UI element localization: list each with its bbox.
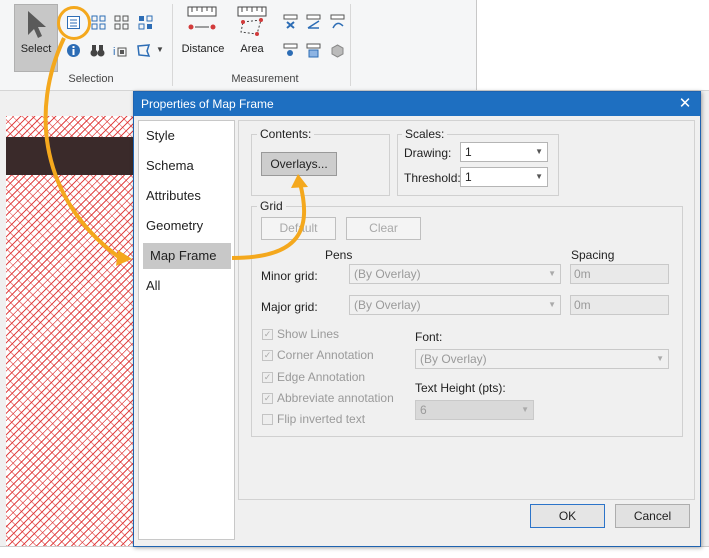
annotation-arrows	[43, 37, 308, 266]
annotation-arrowhead-1	[116, 250, 132, 266]
annotation-arrow-2	[231, 182, 307, 260]
annotation-arrowhead-2	[291, 174, 308, 188]
annotation-arrow-1	[43, 37, 122, 260]
